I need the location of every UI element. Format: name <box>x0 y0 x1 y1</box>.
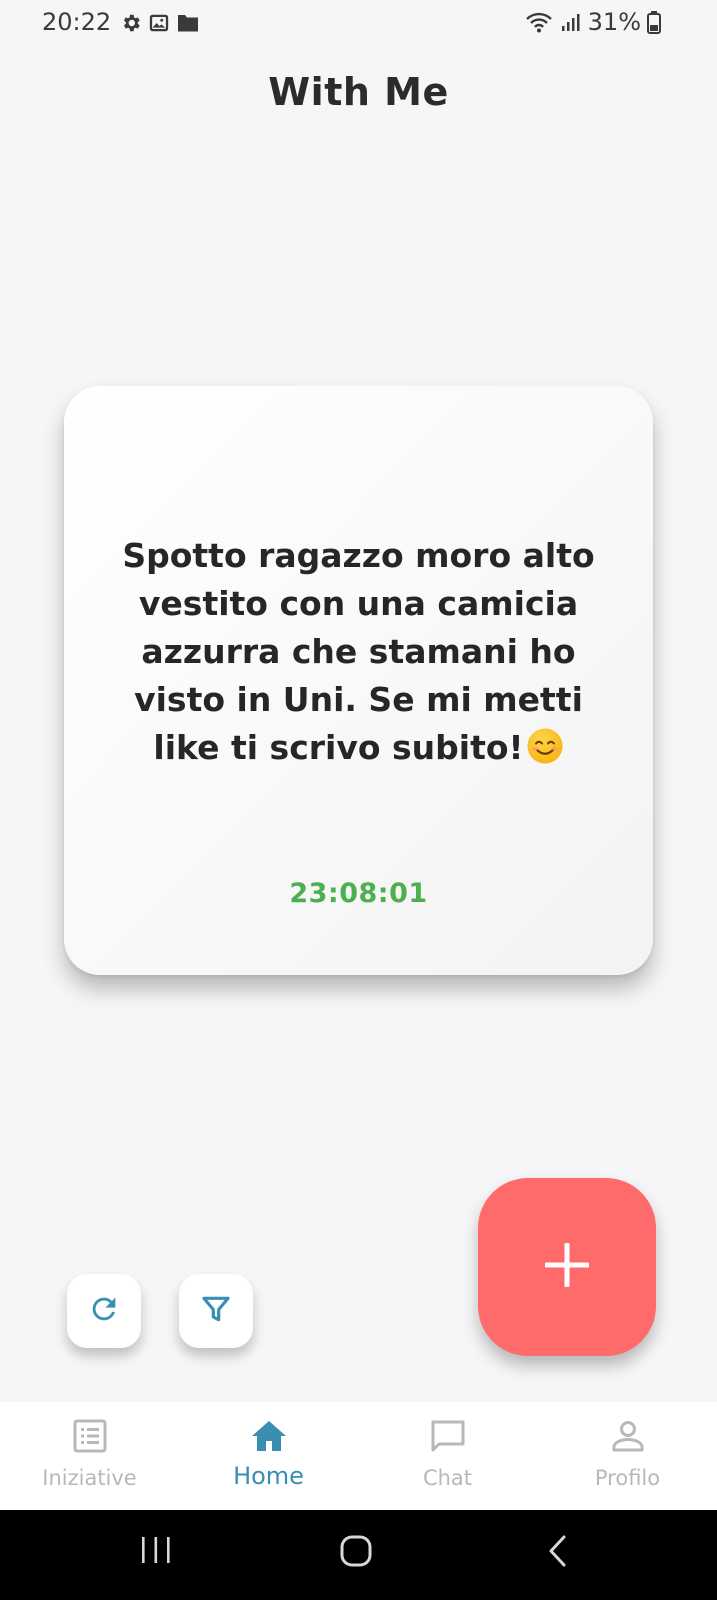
nav-label-chat: Chat <box>422 1466 473 1490</box>
page-title: With Me <box>268 70 449 114</box>
status-notification-icons <box>120 12 200 34</box>
nav-item-profilo[interactable]: Profilo <box>538 1402 717 1510</box>
person-icon <box>610 1418 646 1458</box>
wifi-icon <box>524 10 554 34</box>
refresh-button[interactable] <box>67 1274 141 1348</box>
refresh-icon <box>87 1292 121 1330</box>
smiling-face-emoji-icon <box>526 727 564 765</box>
nav-item-chat[interactable]: Chat <box>358 1402 537 1510</box>
add-post-button[interactable] <box>478 1178 656 1356</box>
post-timer: 23:08:01 <box>289 878 428 909</box>
battery-icon <box>647 10 661 34</box>
system-navigation-bar <box>0 1510 717 1600</box>
chat-icon <box>429 1418 467 1460</box>
status-right: 31% <box>524 8 661 36</box>
signal-icon <box>560 11 582 33</box>
status-time: 20:22 <box>42 8 112 36</box>
status-bar: 20:22 31% <box>0 0 717 48</box>
post-text-block: Spotto ragazzo moro alto vestito con una… <box>104 532 613 772</box>
nav-label-iniziative: Iniziative <box>42 1466 137 1490</box>
nav-item-home[interactable]: Home <box>179 1402 358 1510</box>
bottom-navigation: Iniziative Home Chat Profilo <box>0 1402 717 1510</box>
plus-icon <box>543 1241 591 1293</box>
back-icon[interactable] <box>546 1534 570 1572</box>
battery-percent: 31% <box>587 8 641 36</box>
recent-apps-icon[interactable] <box>140 1534 172 1570</box>
filter-button[interactable] <box>179 1274 253 1348</box>
folder-icon <box>176 12 200 34</box>
nav-label-profilo: Profilo <box>594 1466 661 1490</box>
home-icon <box>250 1418 288 1458</box>
nav-item-iniziative[interactable]: Iniziative <box>0 1402 179 1510</box>
filter-icon <box>200 1293 232 1329</box>
post-card[interactable]: Spotto ragazzo moro alto vestito con una… <box>64 386 653 975</box>
home-button-icon[interactable] <box>339 1534 373 1572</box>
post-text: Spotto ragazzo moro alto vestito con una… <box>122 536 595 767</box>
image-icon <box>148 12 170 34</box>
nav-label-home: Home <box>233 1462 304 1490</box>
settings-icon <box>120 12 142 34</box>
list-icon <box>72 1418 108 1458</box>
